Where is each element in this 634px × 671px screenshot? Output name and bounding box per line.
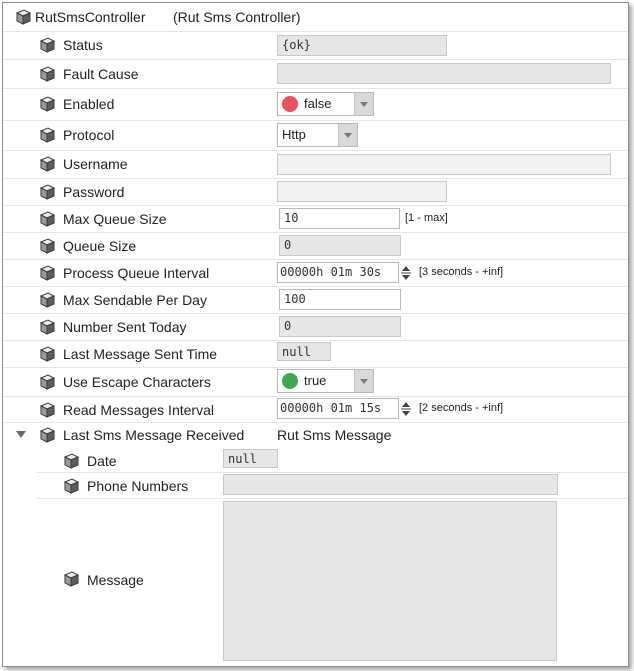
row-enabled: Enabled false [3,89,628,121]
row-username: Username [3,151,628,179]
property-label: Protocol [63,127,115,143]
property-label: Max Queue Size [63,211,167,227]
property-label: Last Sms Message Received [63,427,245,443]
component-title: RutSmsController [35,9,146,25]
username-input[interactable] [277,154,611,175]
chevron-down-icon[interactable] [354,93,373,115]
property-label: Process Queue Interval [63,265,210,281]
property-label: Message [87,572,144,588]
component-subtitle: (Rut Sms Controller) [173,9,301,25]
row-password: Password [3,179,628,206]
property-icon [64,571,79,587]
row-protocol: Protocol Http [3,121,628,151]
row-status: Status {ok} [3,32,628,60]
row-read-messages-interval: Read Messages Interval 00000h 01m 15s [2… [3,397,628,423]
property-type: Rut Sms Message [277,427,392,443]
spinner-icon[interactable] [401,265,411,281]
row-process-queue-interval: Process Queue Interval 00000h 01m 30s [3… [3,260,628,287]
property-icon [40,211,55,227]
property-icon [40,96,55,112]
property-icon [40,37,55,53]
property-icon [40,374,55,390]
property-icon [40,319,55,335]
true-status-icon [282,373,298,389]
phone-numbers-field [223,474,558,495]
status-field: {ok} [277,35,447,56]
chevron-down-icon[interactable] [338,124,357,146]
max-queue-size-input[interactable]: 10 [279,208,400,229]
property-label: Status [63,37,103,53]
false-status-icon [282,96,298,112]
property-icon [40,292,55,308]
property-icon [40,184,55,200]
property-label: Enabled [63,96,115,112]
use-escape-characters-value: true [304,373,327,388]
range-hint: [2 seconds - +inf] [419,402,504,414]
property-label: Last Message Sent Time [63,346,218,362]
property-label: Use Escape Characters [63,374,211,390]
message-field [223,501,557,661]
row-number-sent-today: Number Sent Today 0 [3,314,628,341]
property-label: Phone Numbers [87,478,189,494]
queue-size-field: 0 [279,235,401,256]
protocol-dropdown[interactable]: Http [277,123,358,147]
use-escape-characters-dropdown[interactable]: true [277,369,374,393]
property-label: Max Sendable Per Day [63,292,207,308]
property-label: Read Messages Interval [63,402,214,418]
chevron-down-icon[interactable] [354,370,373,392]
row-queue-size: Queue Size 0 [3,233,628,260]
property-icon [40,402,55,418]
row-max-queue-size: Max Queue Size 10 [1 - max] [3,206,628,233]
password-input[interactable] [277,181,447,202]
row-last-message-sent-time: Last Message Sent Time null [3,341,628,368]
property-icon [40,156,55,172]
component-icon [16,9,31,25]
property-sheet: RutSmsController (Rut Sms Controller) St… [2,2,629,667]
row-message: Message [37,499,628,665]
enabled-value: false [304,96,332,111]
property-label: Fault Cause [63,66,139,82]
property-label: Queue Size [63,238,137,254]
range-hint: [1 - max] [405,212,448,224]
header-row: RutSmsController (Rut Sms Controller) [3,3,628,32]
last-message-sent-time-field: null [277,342,331,361]
enabled-dropdown[interactable]: false [277,92,374,116]
property-label: Username [63,156,128,172]
protocol-value: Http [282,127,306,142]
row-date: Date null [37,448,628,473]
max-sendable-per-day-input[interactable]: 100 [279,289,401,310]
process-queue-interval-input[interactable]: 00000h 01m 30s [277,262,399,283]
row-fault-cause: Fault Cause [3,60,628,89]
property-label: Number Sent Today [63,319,187,335]
read-messages-interval-input[interactable]: 00000h 01m 15s [277,398,399,419]
row-last-sms-message-received: Last Sms Message Received Rut Sms Messag… [3,423,628,448]
property-icon [40,346,55,362]
row-phone-numbers: Phone Numbers [37,473,628,499]
property-icon [40,238,55,254]
row-use-escape-characters: Use Escape Characters true [3,368,628,397]
fault-cause-field [277,63,611,84]
property-icon [40,265,55,281]
expand-triangle-icon[interactable] [16,431,26,439]
property-icon [40,66,55,82]
property-icon [40,127,55,143]
spinner-icon[interactable] [401,401,411,417]
property-icon [40,427,55,443]
property-icon [64,478,79,494]
row-max-sendable-per-day: Max Sendable Per Day 100 [3,287,628,314]
number-sent-today-field: 0 [279,316,401,337]
property-icon [64,453,79,469]
date-field: null [223,449,278,468]
property-label: Date [87,453,117,469]
range-hint: [3 seconds - +inf] [419,266,504,278]
property-label: Password [63,184,125,200]
